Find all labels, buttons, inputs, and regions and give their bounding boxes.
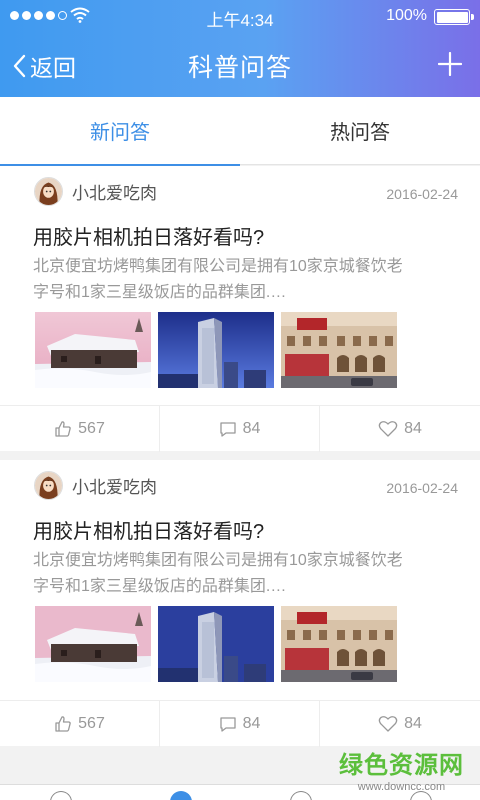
page-title: 科普问答 (187, 54, 292, 82)
watermark-url: www.downcc.com (357, 781, 446, 793)
like-count: 567 (78, 420, 105, 437)
add-icon[interactable] (438, 52, 462, 76)
heart-icon (378, 716, 398, 732)
thumbs-up-icon (55, 716, 71, 732)
post-question[interactable]: 用胶片相机拍日落好看吗? (33, 515, 264, 544)
post-author[interactable]: 小北爱吃肉 (34, 177, 157, 206)
comment-button[interactable]: 84 (160, 701, 320, 747)
like-button[interactable]: 567 (0, 406, 160, 452)
tab-new-qa[interactable]: 新问答 (0, 97, 240, 166)
author-name: 小北爱吃肉 (72, 184, 157, 203)
description-line: 北京便宜坊烤鸭集团有限公司是拥有10家京城餐饮老 (33, 552, 403, 569)
post-card[interactable]: 小北爱吃肉 2016-02-24 用胶片相机拍日落好看吗? 北京便宜坊烤鸭集团有… (0, 166, 480, 452)
post-actions: 567 84 84 (0, 405, 480, 452)
description-line: 字号和1家三星级饭店的品群集团.… (33, 284, 287, 301)
post-description: 北京便宜坊烤鸭集团有限公司是拥有10家京城餐饮老 字号和1家三星级饭店的品群集团… (33, 548, 463, 600)
tab-bar: 新问答 热问答 (0, 97, 480, 166)
avatar[interactable] (34, 471, 63, 500)
description-line: 北京便宜坊烤鸭集团有限公司是拥有10家京城餐饮老 (33, 258, 403, 275)
avatar[interactable] (34, 177, 63, 206)
like-count: 567 (78, 715, 105, 732)
comment-icon (219, 422, 236, 437)
comment-count: 84 (242, 420, 261, 437)
post-actions: 567 84 84 (0, 700, 480, 747)
author-name: 小北爱吃肉 (72, 478, 157, 497)
watermark-title: 绿色资源网 (339, 752, 464, 779)
nav-bar: 返回 科普问答 (0, 32, 480, 97)
tab-hot-qa[interactable]: 热问答 (240, 97, 480, 165)
post-images (35, 606, 397, 682)
post-description: 北京便宜坊烤鸭集团有限公司是拥有10家京城餐饮老 字号和1家三星级饭店的品群集团… (33, 254, 463, 306)
post-author[interactable]: 小北爱吃肉 (34, 471, 157, 500)
app-header: 上午4:34 100% 返回 科普问答 (0, 0, 480, 97)
comment-count: 84 (242, 715, 261, 732)
hotel-building-image[interactable] (281, 606, 397, 682)
post-question[interactable]: 用胶片相机拍日落好看吗? (33, 221, 264, 250)
favorite-count: 84 (404, 715, 422, 732)
comment-button[interactable]: 84 (160, 406, 320, 452)
watermark-logo: 绿色资源网 www.downcc.com (339, 745, 464, 793)
like-button[interactable]: 567 (0, 701, 160, 747)
post-date: 2016-02-24 (386, 480, 458, 496)
favorite-button[interactable]: 84 (320, 701, 480, 747)
description-line: 字号和1家三星级饭店的品群集团.… (33, 578, 287, 595)
post-date: 2016-02-24 (386, 186, 458, 202)
science-icon[interactable] (170, 791, 192, 800)
heart-icon (378, 421, 398, 437)
thumbs-up-icon (55, 421, 71, 437)
home-icon[interactable] (50, 791, 72, 800)
skyscraper-image[interactable] (158, 312, 274, 388)
skyscraper-image[interactable] (158, 606, 274, 682)
battery-icon (434, 9, 474, 25)
camera-icon[interactable] (290, 791, 312, 800)
snow-cabin-image[interactable] (35, 606, 151, 682)
battery-percent: 100% (386, 7, 427, 24)
hotel-building-image[interactable] (281, 312, 397, 388)
post-card[interactable]: 小北爱吃肉 2016-02-24 用胶片相机拍日落好看吗? 北京便宜坊烤鸭集团有… (0, 460, 480, 747)
comment-icon (219, 717, 236, 732)
post-images (35, 312, 397, 388)
snow-cabin-image[interactable] (35, 312, 151, 388)
favorite-count: 84 (404, 420, 422, 437)
favorite-button[interactable]: 84 (320, 406, 480, 452)
status-bar: 上午4:34 100% (0, 0, 480, 32)
